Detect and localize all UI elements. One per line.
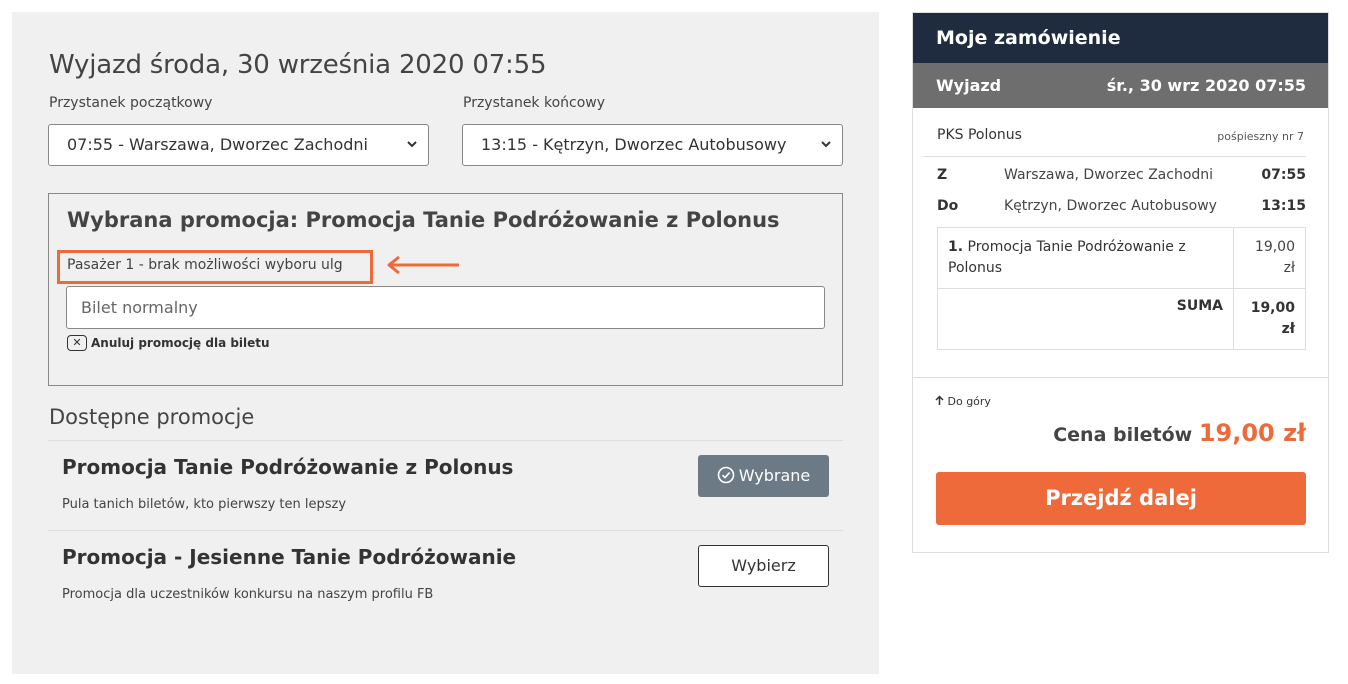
route-from-key: Z (937, 167, 948, 183)
total-label: Cena biletów (1053, 424, 1193, 446)
check-circle-icon (717, 466, 735, 484)
route-to-time: 13:15 (1261, 198, 1306, 214)
column-divider (1233, 228, 1234, 349)
promo-item: Promocja Tanie Podróżowanie z Polonus Pu… (48, 440, 843, 530)
choose-promo-button[interactable]: Wybierz (698, 545, 829, 587)
promo-item: Promocja - Jesienne Tanie Podróżowanie P… (48, 530, 843, 620)
route-from-stop: Warszawa, Dworzec Zachodni (1004, 167, 1214, 183)
route-from-time: 07:55 (1261, 167, 1306, 183)
total-price: Cena biletów 19,00 zł (1053, 419, 1306, 447)
available-promos-title: Dostępne promocje (49, 405, 255, 429)
divider (913, 377, 1328, 378)
price-table: 1. Promocja Tanie Podróżowanie z Polonus… (937, 227, 1306, 350)
promo-description: Pula tanich biletów, kto pierwszy ten le… (62, 497, 347, 512)
proceed-button[interactable]: Przejdź dalej (936, 472, 1306, 525)
promo-description: Promocja dla uczestników konkursu na nas… (62, 587, 434, 602)
departure-bar-date: śr., 30 wrz 2020 07:55 (1106, 76, 1306, 95)
price-item-name: 1. Promocja Tanie Podróżowanie z Polonus (948, 237, 1218, 279)
route-to-key: Do (937, 198, 959, 214)
start-stop-label: Przystanek początkowy (49, 95, 213, 111)
total-amount: 19,00 zł (1198, 419, 1306, 447)
arrow-left-icon (387, 255, 459, 275)
route-to-row: Do Kętrzyn, Dworzec Autobusowy 13:15 (937, 198, 1306, 218)
selected-promo-title: Wybrana promocja: Promocja Tanie Podróżo… (67, 208, 780, 232)
start-stop-select[interactable]: 07:55 - Warszawa, Dworzec Zachodni (48, 124, 429, 166)
carrier-type: pośpieszny nr 7 (1217, 130, 1304, 143)
departure-title: Wyjazd środa, 30 września 2020 07:55 (49, 50, 547, 80)
selected-button-label: Wybrane (738, 466, 811, 485)
chevron-down-icon (820, 125, 832, 165)
close-icon: ✕ (67, 335, 87, 351)
sum-value: 19,00 zł (1250, 300, 1295, 337)
promo-name: Promocja Tanie Podróżowanie z Polonus (62, 455, 514, 479)
price-item-number: 1. (948, 239, 964, 255)
end-stop-label: Przystanek końcowy (463, 95, 606, 111)
order-summary-panel: Moje zamówienie Wyjazd śr., 30 wrz 2020 … (912, 12, 1329, 553)
sum-label: SUMA (1176, 298, 1223, 314)
promo-name: Promocja - Jesienne Tanie Podróżowanie (62, 545, 517, 569)
route-from-row: Z Warszawa, Dworzec Zachodni 07:55 (937, 167, 1306, 187)
route-to-stop: Kętrzyn, Dworzec Autobusowy (1004, 198, 1217, 214)
cancel-promo-label: Anuluj promocję dla biletu (91, 336, 270, 350)
arrow-up-icon (935, 395, 944, 405)
departure-bar-label: Wyjazd (936, 76, 1002, 95)
booking-panel: Wyjazd środa, 30 września 2020 07:55 Prz… (12, 12, 879, 674)
back-to-top-link[interactable]: Do góry (935, 395, 991, 408)
passenger-label: Pasażer 1 - brak możliwości wyboru ulg (67, 257, 343, 273)
divider (923, 156, 1306, 157)
price-item-value: 19,00 zł (1254, 239, 1295, 276)
selected-promo-button[interactable]: Wybrane (698, 455, 829, 497)
end-stop-select[interactable]: 13:15 - Kętrzyn, Dworzec Autobusowy (462, 124, 843, 166)
chevron-down-icon (406, 125, 418, 165)
departure-bar: Wyjazd śr., 30 wrz 2020 07:55 (913, 63, 1328, 108)
carrier-name: PKS Polonus (937, 127, 1022, 143)
price-item-label: Promocja Tanie Podróżowanie z Polonus (948, 239, 1186, 276)
cancel-promo-button[interactable]: ✕ Anuluj promocję dla biletu (67, 335, 270, 351)
start-stop-value: 07:55 - Warszawa, Dworzec Zachodni (67, 135, 368, 154)
back-to-top-label: Do góry (947, 395, 991, 408)
selected-promo-box: Wybrana promocja: Promocja Tanie Podróżo… (48, 193, 843, 386)
end-stop-value: 13:15 - Kętrzyn, Dworzec Autobusowy (481, 135, 787, 154)
ticket-type-field[interactable]: Bilet normalny (66, 286, 825, 329)
order-header: Moje zamówienie (913, 13, 1328, 63)
